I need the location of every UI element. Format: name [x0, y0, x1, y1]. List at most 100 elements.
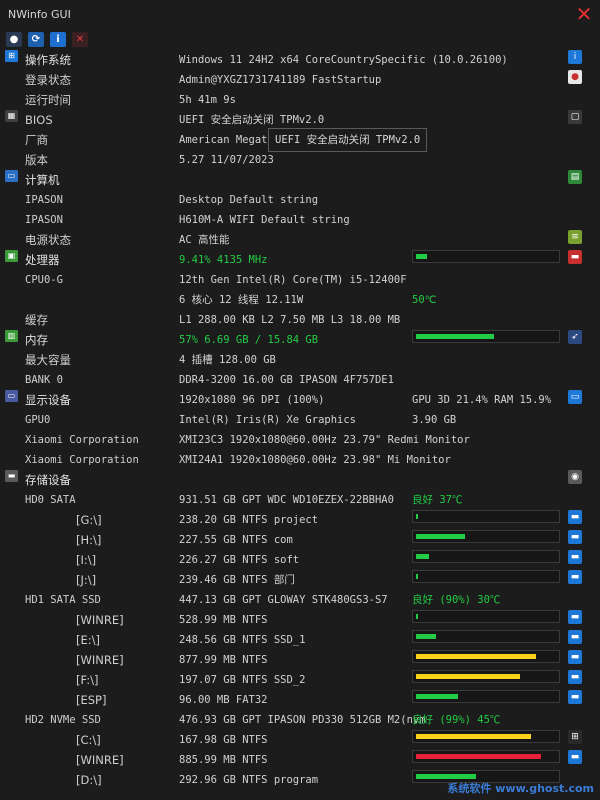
row-value: 227.55 GB NTFS com [179, 534, 293, 546]
usage-bar-fill [416, 734, 531, 739]
row-label: [D:\] [76, 773, 102, 787]
row-value: Admin@YXGZ1731741189 FastStartup [179, 74, 382, 86]
close-icon[interactable]: ✕ [574, 4, 594, 24]
info-row[interactable]: [WINRE] 528.99 MB NTFS ▬ [0, 610, 600, 630]
info-row[interactable]: [WINRE] 877.99 MB NTFS ▬ [0, 650, 600, 670]
row-extra: 50℃ [412, 294, 437, 306]
disk-icon[interactable]: ◉ [568, 470, 582, 484]
info-row[interactable]: [J:\] 239.46 GB NTFS 部门 ▬ [0, 570, 600, 590]
info-row[interactable]: [WINRE] 885.99 MB NTFS ▬ [0, 750, 600, 770]
drive-icon[interactable]: ▬ [568, 530, 582, 544]
monitor-icon[interactable]: ▭ [568, 390, 582, 404]
row-value: Windows 11 24H2 x64 CoreCountrySpecific … [179, 54, 508, 66]
toolbar-close-button[interactable]: ✕ [72, 32, 88, 47]
row-value: 292.96 GB NTFS program [179, 774, 319, 786]
row-label: HD1 SATA SSD [25, 594, 101, 606]
info-row[interactable]: [C:\] 167.98 GB NTFS ⊞ [0, 730, 600, 750]
windows-icon: ⊞ [5, 50, 18, 62]
row-label: [G:\] [76, 513, 102, 527]
row-label: [H:\] [76, 533, 102, 547]
info-row[interactable]: [ESP] 96.00 MB FAT32 ▬ [0, 690, 600, 710]
usage-bar-fill [416, 754, 541, 759]
info-row[interactable]: ▥ 内存 57% 6.69 GB / 15.84 GB ➶ [0, 330, 600, 350]
motherboard-icon[interactable]: ▤ [568, 170, 582, 184]
info-row[interactable]: GPU0 Intel(R) Iris(R) Xe Graphics 3.90 GB [0, 410, 600, 430]
memory-icon: ▥ [5, 330, 18, 342]
info-row[interactable]: Xiaomi Corporation XMI24A1 1920x1080@60.0… [0, 450, 600, 470]
info-row[interactable]: HD2 NVMe SSD 476.93 GB GPT IPASON PD330 5… [0, 710, 600, 730]
info-row[interactable]: ▭ 计算机 ▤ [0, 170, 600, 190]
toolbar-refresh-button[interactable]: ⟳ [28, 32, 44, 47]
info-row[interactable]: ▣ 处理器 9.41% 4135 MHz ▬ [0, 250, 600, 270]
info-row[interactable]: IPASON Desktop Default string [0, 190, 600, 210]
usage-bar-fill [416, 634, 436, 639]
row-value: 239.46 GB NTFS 部门 [179, 574, 295, 586]
row-value: 5h 41m 9s [179, 94, 236, 106]
row-extra: 良好 (99%) 45℃ [412, 714, 501, 726]
usage-bar-fill [416, 534, 465, 539]
drive-icon[interactable]: ▬ [568, 610, 582, 624]
info-row[interactable]: IPASON H610M-A WIFI Default string [0, 210, 600, 230]
row-value: 57% 6.69 GB / 15.84 GB [179, 334, 319, 346]
drive-icon[interactable]: ▬ [568, 510, 582, 524]
display-icon: ▭ [5, 390, 18, 402]
row-label: IPASON [25, 214, 63, 226]
info-row[interactable]: 缓存 L1 288.00 KB L2 7.50 MB L3 18.00 MB [0, 310, 600, 330]
row-label: 计算机 [25, 173, 60, 187]
drive-icon[interactable]: ▬ [568, 630, 582, 644]
row-value: 12th Gen Intel(R) Core(TM) i5-12400F [179, 274, 407, 286]
row-value: 167.98 GB NTFS [179, 734, 268, 746]
info-row[interactable]: ▭ 显示设备 1920x1080 96 DPI (100%) GPU 3D 21.4%… [0, 390, 600, 410]
drive-icon[interactable]: ▬ [568, 570, 582, 584]
row-label: [E:\] [76, 633, 100, 647]
drive-icon[interactable]: ▬ [568, 670, 582, 684]
info-row[interactable]: 最大容量 4 插槽 128.00 GB [0, 350, 600, 370]
info-icon[interactable]: i [568, 50, 582, 64]
info-row[interactable]: HD0 SATA 931.51 GB GPT WDC WD10EZEX-22BBH… [0, 490, 600, 510]
row-value: XMI24A1 1920x1080@60.00Hz 23.98" Mi Moni… [179, 454, 451, 466]
row-label: [WINRE] [76, 613, 124, 627]
info-row[interactable]: 运行时间 5h 41m 9s [0, 90, 600, 110]
info-row[interactable]: ▬ 存储设备 ◉ [0, 470, 600, 490]
drive-icon[interactable]: ▬ [568, 550, 582, 564]
toolbar-home-button[interactable]: ● [6, 32, 22, 47]
usage-bar-fill [416, 514, 418, 519]
row-value: 5.27 11/07/2023 [179, 154, 274, 166]
drive-icon[interactable]: ▬ [568, 750, 582, 764]
usage-bar [412, 250, 560, 263]
drive-icon[interactable]: ▬ [568, 650, 582, 664]
row-value: Desktop Default string [179, 194, 319, 206]
user-icon[interactable]: ● [568, 70, 582, 84]
info-row[interactable]: CPU0-G 12th Gen Intel(R) Core(TM) i5-1240… [0, 270, 600, 290]
info-row[interactable]: [E:\] 248.56 GB NTFS SSD_1 ▬ [0, 630, 600, 650]
rocket-icon[interactable]: ➶ [568, 330, 582, 344]
info-row[interactable]: [H:\] 227.55 GB NTFS com ▬ [0, 530, 600, 550]
usage-bar [412, 650, 560, 663]
usage-bar-fill [416, 774, 476, 779]
info-row[interactable]: BANK 0 DDR4-3200 16.00 GB IPASON 4F757DE1 [0, 370, 600, 390]
row-label: 电源状态 [25, 233, 71, 247]
row-label: 存储设备 [25, 473, 71, 487]
row-label: 显示设备 [25, 393, 71, 407]
info-row[interactable]: 登录状态 Admin@YXGZ1731741189 FastStartup ● [0, 70, 600, 90]
battery-icon[interactable]: ≡ [568, 230, 582, 244]
cpu-chip-icon[interactable]: ▬ [568, 250, 582, 264]
info-row[interactable]: ▦ BIOS UEFI 安全启动关闭 TPMv2.0 ▢ [0, 110, 600, 130]
row-value: L1 288.00 KB L2 7.50 MB L3 18.00 MB [179, 314, 401, 326]
drive-icon[interactable]: ▬ [568, 690, 582, 704]
row-value: 238.20 GB NTFS project [179, 514, 319, 526]
document-icon[interactable]: ▢ [568, 110, 582, 124]
info-row[interactable]: [I:\] 226.27 GB NTFS soft ▬ [0, 550, 600, 570]
info-row[interactable]: Xiaomi Corporation XMI23C3 1920x1080@60.0… [0, 430, 600, 450]
info-row[interactable]: [F:\] 197.07 GB NTFS SSD_2 ▬ [0, 670, 600, 690]
toolbar-info-button[interactable]: i [50, 32, 66, 47]
windows-drive-icon[interactable]: ⊞ [568, 730, 582, 744]
info-row[interactable]: ⊞ 操作系统 Windows 11 24H2 x64 CoreCountrySpec… [0, 50, 600, 70]
info-row[interactable]: 电源状态 AC 高性能 ≡ [0, 230, 600, 250]
usage-bar-fill [416, 654, 536, 659]
info-row[interactable]: [G:\] 238.20 GB NTFS project ▬ [0, 510, 600, 530]
info-row[interactable]: 6 核心 12 线程 12.11W 50℃ [0, 290, 600, 310]
info-row[interactable]: 版本 5.27 11/07/2023 [0, 150, 600, 170]
info-row[interactable]: HD1 SATA SSD 447.13 GB GPT GLOWAY STK480G… [0, 590, 600, 610]
usage-bar [412, 570, 560, 583]
